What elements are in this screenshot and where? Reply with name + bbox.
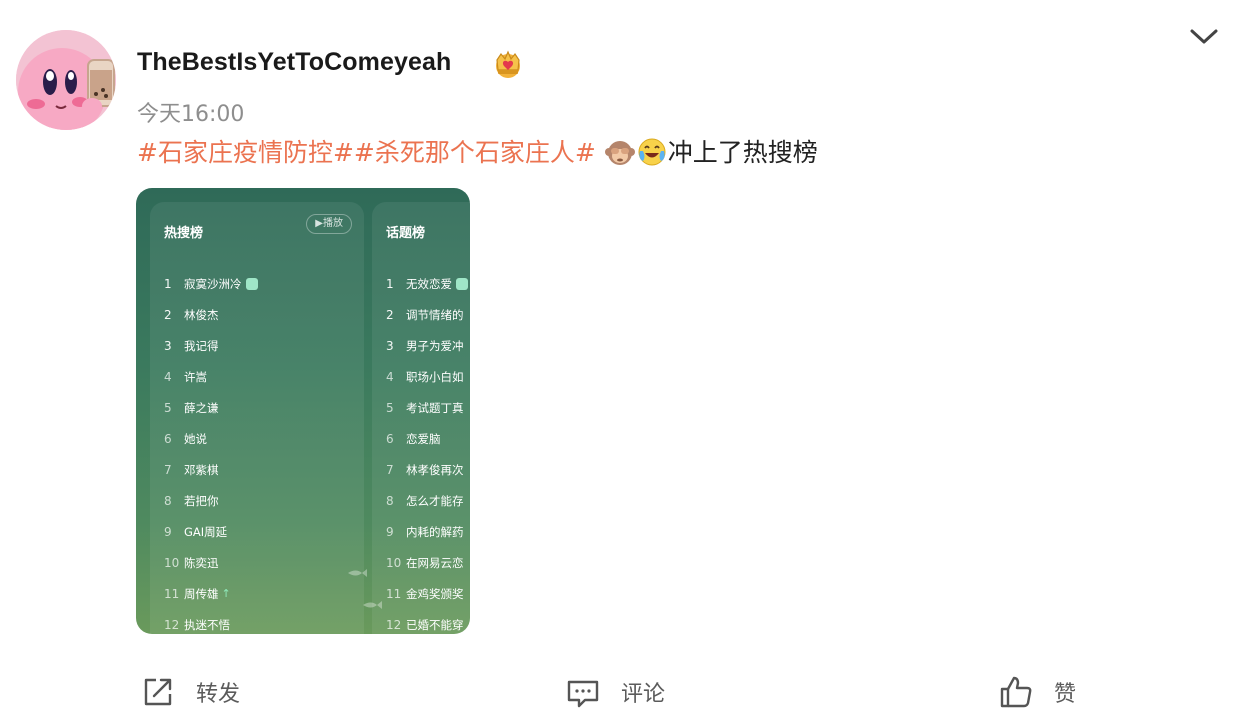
list-item: 9 GAI周延 <box>164 524 228 539</box>
list-item: 7 林孝俊再次 <box>386 462 464 477</box>
repost-button[interactable]: 转发 <box>140 672 240 712</box>
play-button: ▶播放 <box>306 214 352 234</box>
crying-laughing-emoji <box>638 138 666 166</box>
user-avatar[interactable] <box>16 30 116 130</box>
weibo-post-card: TheBestIsYetToComeyeah 今天16:00 #石家庄疫情防控#… <box>0 0 1242 722</box>
list-item: 7 邓紫棋 <box>164 462 219 477</box>
list-item: 10 陈奕迅 <box>164 555 219 570</box>
list-item: 2 林俊杰 <box>164 307 219 322</box>
topic-title: 话题榜 <box>386 226 426 241</box>
comment-label: 评论 <box>621 682 666 707</box>
chevron-down-icon[interactable] <box>1188 24 1220 48</box>
thumbs-up-icon <box>1000 676 1032 708</box>
crown-icon <box>496 50 520 78</box>
list-item: 1 寂寞沙洲冷 <box>164 268 364 299</box>
list-item: 6 恋爱脑 <box>386 431 441 446</box>
comment-icon <box>567 680 599 708</box>
topic-list: 1 无效恋爱 2 调节情绪的 3 男子为爱冲 4 职场小白如 5 考试题丁真 6 恋爱脑 7… <box>386 268 470 634</box>
list-item: 10 在网易云恋 <box>386 555 464 570</box>
kirby-avatar-image <box>16 30 116 130</box>
hashtag-kill-that-shijiazhuang-person[interactable]: #杀死那个石家庄人# <box>354 138 596 167</box>
list-item: 1 无效恋爱 <box>386 268 470 299</box>
like-label: 赞 <box>1054 682 1077 707</box>
list-item: 12 执迷不悟 <box>164 617 230 632</box>
repost-label: 转发 <box>196 682 241 707</box>
list-item: 3 我记得 <box>164 338 219 353</box>
repost-icon <box>144 678 172 706</box>
hot-search-panel: 热搜榜 ▶播放 1 寂寞沙洲冷 2 林俊杰 3 我记得 4 许嵩 5 薛之谦 6 她说 7邓… <box>150 202 364 634</box>
list-item: 6 她说 <box>164 431 207 446</box>
comment-button[interactable]: 评论 <box>565 672 665 712</box>
list-item: 12 已婚不能穿 <box>386 617 464 632</box>
post-text: 冲上了热搜榜 <box>667 138 818 167</box>
hashtag-shijiazhuang-epidemic[interactable]: #石家庄疫情防控# <box>137 138 354 167</box>
post-content: #石家庄疫情防控##杀死那个石家庄人# 冲上了热搜榜 <box>137 136 818 170</box>
new-badge-icon <box>245 277 258 290</box>
list-item: 5 薛之谦 <box>164 400 219 415</box>
hot-search-title: 热搜榜 <box>164 226 204 241</box>
list-item: 5 考试题丁真 <box>386 400 464 415</box>
new-badge-icon <box>456 277 468 290</box>
post-time: 今天16:00 <box>137 102 245 127</box>
list-item: 8 若把你 <box>164 493 219 508</box>
list-item: 3 男子为爱冲 <box>386 338 464 353</box>
list-item: 8 怎么才能存 <box>386 493 464 508</box>
list-item: 4 许嵩 <box>164 369 207 384</box>
username[interactable]: TheBestIsYetToComeyeah <box>137 48 451 77</box>
list-item: 4 职场小白如 <box>386 369 464 384</box>
list-item: 2 调节情绪的 <box>386 307 464 322</box>
post-image[interactable]: 热搜榜 ▶播放 1 寂寞沙洲冷 2 林俊杰 3 我记得 4 许嵩 5 薛之谦 6 她说 7邓… <box>136 188 470 634</box>
like-button[interactable]: 赞 <box>998 672 1076 712</box>
hot-search-list: 1 寂寞沙洲冷 2 林俊杰 3 我记得 4 许嵩 5 薛之谦 6 她说 7 邓紫棋 8 若把你 … <box>164 268 364 634</box>
list-item: 11 周传雄 ↑ <box>164 586 231 601</box>
topic-panel: 话题榜 1 无效恋爱 2 调节情绪的 3 男子为爱冲 4 职场小白如 5 考试题丁真 6恋… <box>372 202 470 634</box>
list-item: 9 内耗的解药 <box>386 524 464 539</box>
see-no-evil-monkey-emoji <box>604 141 635 165</box>
list-item: 11 金鸡奖颁奖 <box>386 586 464 601</box>
up-arrow-icon: ↑ <box>221 587 231 600</box>
